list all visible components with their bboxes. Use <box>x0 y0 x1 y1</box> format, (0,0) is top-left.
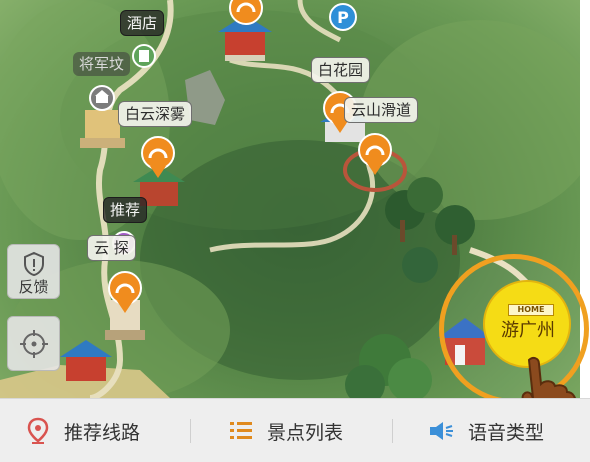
feedback-label: 反馈 <box>18 278 49 296</box>
list-icon <box>230 422 252 439</box>
tab-label: 语音类型 <box>468 421 545 444</box>
tab-attraction-list[interactable]: 景点列表 <box>229 399 343 462</box>
speaker-icon <box>430 422 453 440</box>
parking-icon[interactable]: P <box>329 3 357 31</box>
shield-alert-icon <box>23 251 44 277</box>
map-label-yunxi-explore[interactable]: 云 探 <box>87 235 136 261</box>
tab-divider <box>190 419 191 443</box>
tab-divider <box>392 419 393 443</box>
tab-recommended-routes[interactable]: 推荐线路 <box>26 399 140 462</box>
tab-voice-type[interactable]: 语音类型 <box>428 399 544 462</box>
monument-icon[interactable] <box>89 85 115 111</box>
feedback-button[interactable]: 反馈 <box>7 244 60 299</box>
map-label-hotel[interactable]: 酒店 <box>120 10 165 36</box>
crosshair-icon <box>19 330 48 358</box>
map-label-baihua-garden[interactable]: 白花园 <box>311 57 371 83</box>
map-label-mountain-slide[interactable]: 云山滑道 <box>344 97 419 123</box>
scenic-map-screen: P 酒店 将军坟 白云深雾 推荐 云 探 白花园 云山滑道 反馈 HOME 游广… <box>0 0 590 462</box>
home-title: 游广州 <box>501 320 555 341</box>
map-label-recommend[interactable]: 推荐 <box>103 197 148 223</box>
svg-text:P: P <box>337 8 349 27</box>
map-label-general-tomb[interactable]: 将军坟 <box>73 52 131 76</box>
locate-button[interactable] <box>7 316 60 371</box>
home-tag: HOME <box>508 304 554 316</box>
location-pin-icon <box>27 417 49 444</box>
tab-label: 景点列表 <box>267 421 344 444</box>
map-label-baiyun-mist[interactable]: 白云深雾 <box>118 101 193 127</box>
hotel-icon[interactable] <box>132 44 156 68</box>
audio-pin-icon[interactable] <box>229 0 263 25</box>
bottom-tab-bar: 推荐线路 景点列表 语音类型 <box>0 398 590 462</box>
tab-label: 推荐线路 <box>64 421 141 444</box>
